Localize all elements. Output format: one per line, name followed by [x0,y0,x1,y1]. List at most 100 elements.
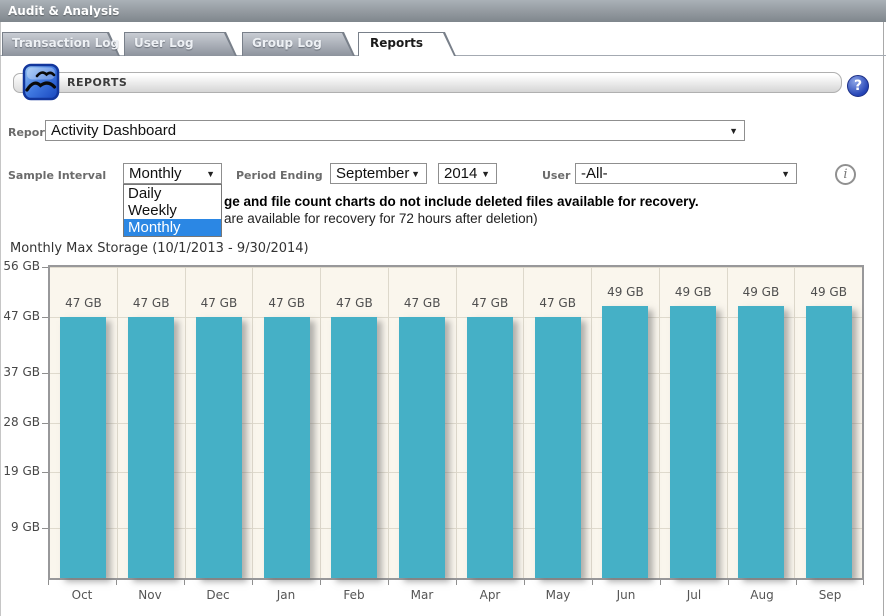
birds-logo-icon [22,63,60,101]
reports-header-label: REPORTS [67,73,127,93]
sample-interval-options: DailyWeeklyMonthly [123,184,222,237]
chart-column: 49 GB [795,267,862,578]
period-month-select[interactable]: September ▼ [330,163,427,184]
bar-value-label: 47 GB [321,296,388,310]
y-tick-label: 28 GB [0,415,40,429]
x-tick-label: Jan [252,588,320,602]
x-tick-mark [252,580,253,585]
chart-title: Monthly Max Storage (10/1/2013 - 9/30/20… [10,241,309,256]
y-tick-mark [42,267,48,268]
chart-column: 47 GB [457,267,525,578]
x-tick-label: Oct [48,588,116,602]
bar-value-label: 47 GB [253,296,320,310]
tab-transaction-log[interactable]: Transaction Log [2,32,120,56]
chevron-down-icon: ▼ [206,169,215,179]
y-tick-mark [42,373,48,374]
period-year-value: 2014 [444,165,477,182]
reports-header-bar: REPORTS [24,72,842,93]
x-tick-label: Jul [660,588,728,602]
window-title: Audit & Analysis [0,0,886,22]
y-tick-label: 47 GB [0,309,40,323]
bar-mar [399,317,445,578]
y-tick-label: 37 GB [0,365,40,379]
notice-line1: ge and file count charts do not include … [224,194,699,209]
tab-group-log[interactable]: Group Log [242,32,355,56]
bar-nov [128,317,174,578]
chevron-down-icon: ▼ [729,126,738,136]
sample-interval-select[interactable]: Monthly ▼ [123,163,222,184]
bar-oct [60,317,106,578]
period-ending-label: Period Ending [236,169,323,182]
bar-sep [806,306,852,578]
bar-feb [331,317,377,578]
y-tick-mark [42,472,48,473]
x-tick-mark [592,580,593,585]
sample-interval-label: Sample Interval [8,169,106,182]
chart-column: 49 GB [728,267,796,578]
x-tick-mark [116,580,117,585]
chart-x-axis: OctNovDecJanFebMarAprMayJunJulAugSep [48,580,864,610]
bar-value-label: 49 GB [795,285,862,299]
y-tick-mark [42,528,48,529]
chart-column: 47 GB [253,267,321,578]
y-tick-label: 9 GB [0,520,40,534]
x-tick-mark [184,580,185,585]
x-tick-mark [728,580,729,585]
report-label: Report [8,126,50,139]
tab-label: Group Log [252,32,322,55]
chart-column: 47 GB [186,267,254,578]
y-tick-label: 19 GB [0,464,40,478]
x-tick-mark [388,580,389,585]
chart-column: 47 GB [389,267,457,578]
chevron-down-icon: ▼ [411,169,420,179]
chart-x-labels: OctNovDecJanFebMarAprMayJunJulAugSep [48,588,864,602]
x-tick-label: Jun [592,588,660,602]
dropdown-option-weekly[interactable]: Weekly [124,202,221,219]
chart-column: 47 GB [524,267,592,578]
chevron-down-icon: ▼ [481,169,490,179]
x-tick-mark [660,580,661,585]
y-tick-mark [42,423,48,424]
chart-area: 47 GB47 GB47 GB47 GB47 GB47 GB47 GB47 GB… [0,265,886,580]
x-tick-label: Feb [320,588,388,602]
x-tick-label: May [524,588,592,602]
dropdown-option-monthly[interactable]: Monthly [124,219,221,236]
bar-value-label: 47 GB [389,296,456,310]
tab-strip: Transaction Log User Log Group Log Reports [0,32,886,56]
bar-value-label: 47 GB [524,296,591,310]
bar-value-label: 47 GB [50,296,117,310]
x-tick-label: Sep [796,588,864,602]
x-tick-label: Dec [184,588,252,602]
dropdown-option-daily[interactable]: Daily [124,185,221,202]
sample-interval-value: Monthly [129,165,182,182]
report-select[interactable]: Activity Dashboard ▼ [45,120,745,141]
user-select[interactable]: -All- ▼ [575,163,797,184]
x-tick-label: Aug [728,588,796,602]
chart-column: 47 GB [118,267,186,578]
bar-apr [467,317,513,578]
period-year-select[interactable]: 2014 ▼ [438,163,497,184]
x-tick-mark [796,580,797,585]
user-label: User [542,169,570,182]
x-tick-label: Apr [456,588,524,602]
info-icon[interactable]: i [835,164,856,185]
chart-column: 47 GB [321,267,389,578]
tab-user-log[interactable]: User Log [124,32,237,56]
bar-may [535,317,581,578]
bar-value-label: 49 GB [728,285,795,299]
chevron-down-icon: ▼ [781,169,790,179]
y-tick-label: 56 GB [0,259,40,273]
bar-jan [264,317,310,578]
x-tick-mark [863,580,864,585]
tab-label: User Log [134,32,194,55]
bar-aug [738,306,784,578]
bar-dec [196,317,242,578]
bar-jun [602,306,648,578]
user-select-value: -All- [581,165,608,182]
bar-value-label: 47 GB [457,296,524,310]
bar-value-label: 49 GB [592,285,659,299]
help-icon[interactable]: ? [847,75,869,97]
tab-reports[interactable]: Reports [358,32,456,56]
x-tick-mark [48,580,49,585]
chart-column: 49 GB [592,267,660,578]
